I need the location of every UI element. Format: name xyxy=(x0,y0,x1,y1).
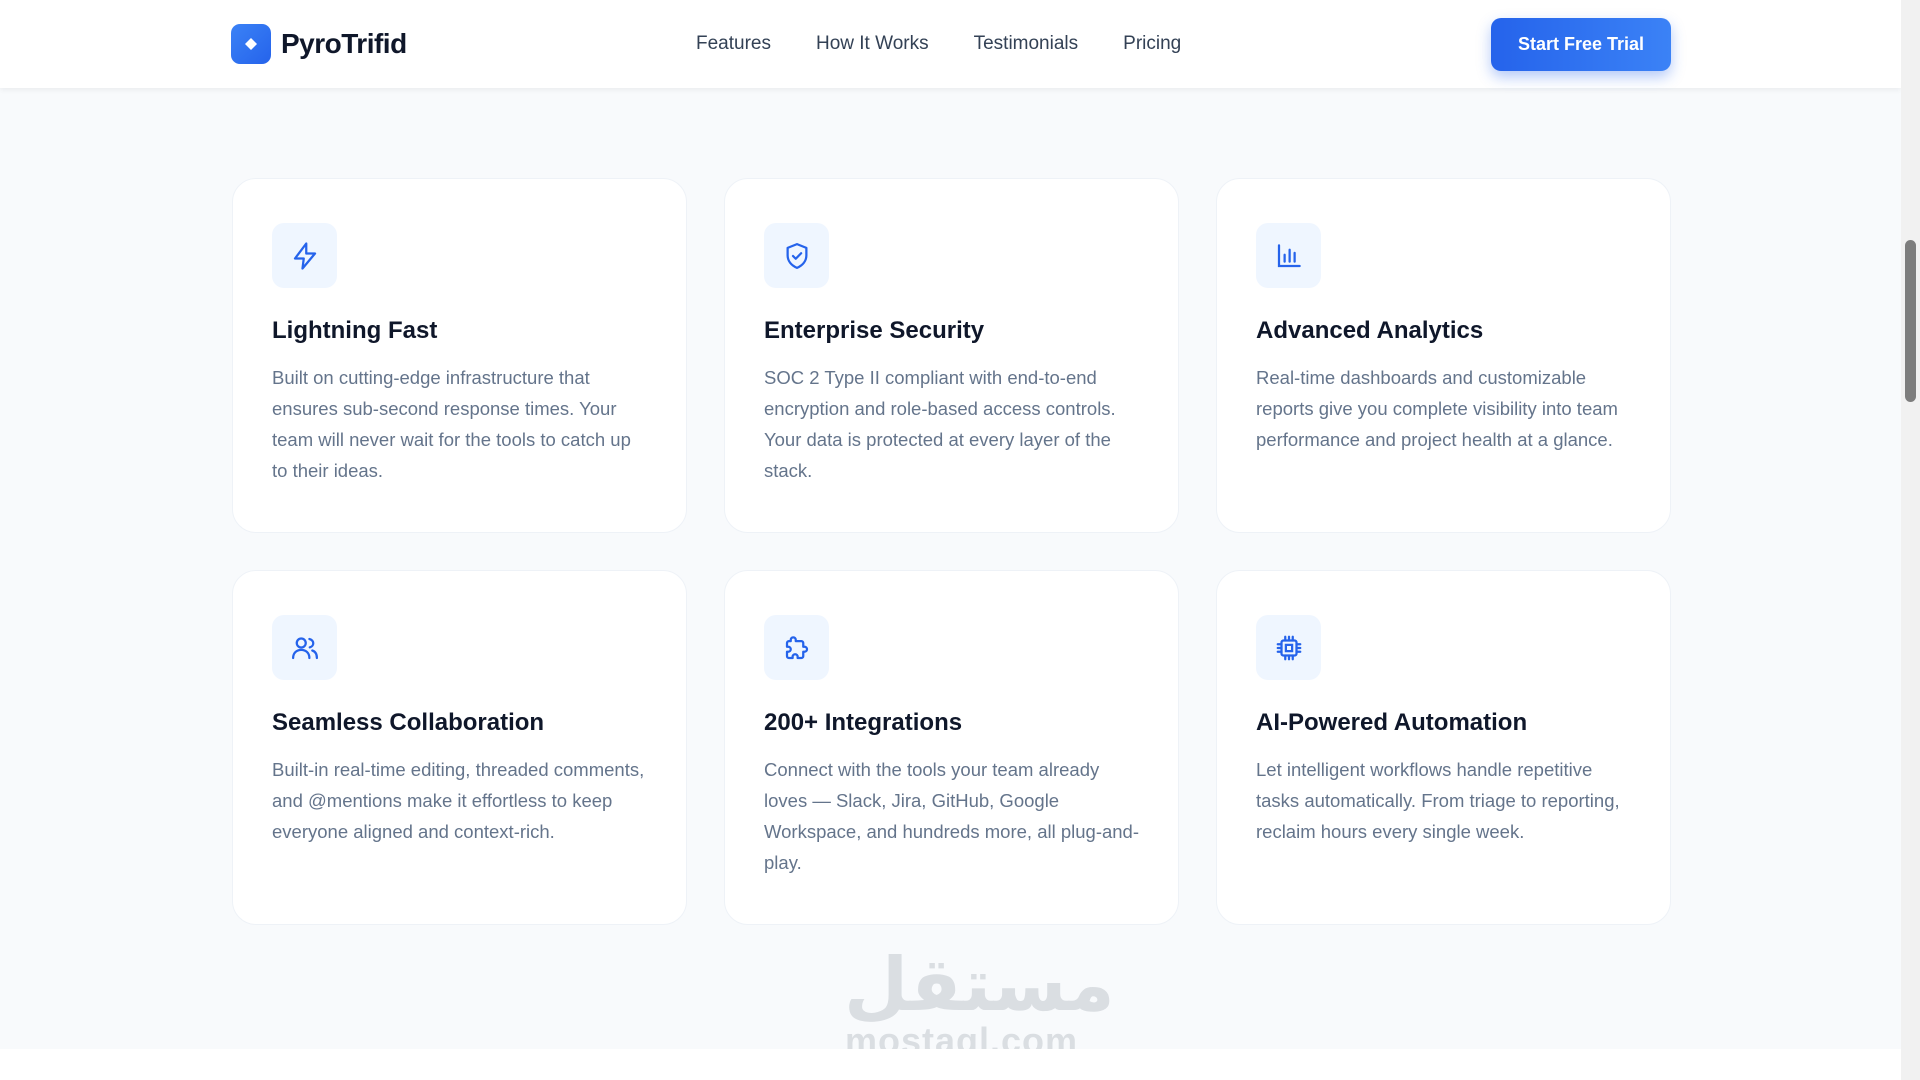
feature-description: Real-time dashboards and customizable re… xyxy=(1256,367,1618,450)
feature-title: Lightning Fast xyxy=(272,317,438,344)
start-free-trial-button[interactable]: Start Free Trial xyxy=(1491,18,1671,71)
cpu-chip-icon xyxy=(1256,615,1321,680)
feature-title: Seamless Collaboration xyxy=(272,709,545,736)
features-grid: Lightning Fast Built on cutting-edge inf… xyxy=(232,178,1671,925)
top-navbar: PyroTrifid Features How It Works Testimo… xyxy=(0,0,1901,88)
feature-title: Advanced Analytics xyxy=(1256,317,1484,344)
scrollbar-thumb[interactable] xyxy=(1905,240,1916,402)
logo-mark-icon xyxy=(231,24,271,64)
feature-card-ai-automation: AI-Powered Automation Let intelligent wo… xyxy=(1216,570,1671,925)
feature-title: 200+ Integrations xyxy=(764,709,963,736)
feature-card-enterprise-security: Enterprise Security SOC 2 Type II compli… xyxy=(724,178,1179,533)
feature-card-integrations: 200+ Integrations Connect with the tools… xyxy=(724,570,1179,925)
feature-description: SOC 2 Type II compliant with end-to-end … xyxy=(764,367,1116,481)
feature-description: Let intelligent workflows handle repetit… xyxy=(1256,759,1620,842)
nav-link-features[interactable]: Features xyxy=(696,33,771,55)
watermark: مستقل mostaql.com xyxy=(844,942,1115,1060)
feature-description: Built on cutting-edge infrastructure tha… xyxy=(272,367,631,481)
nav-link-how-it-works[interactable]: How It Works xyxy=(816,33,929,55)
brand-name: PyroTrifid xyxy=(281,28,407,59)
page-viewport: PyroTrifid Features How It Works Testimo… xyxy=(0,0,1901,1080)
watermark-arabic: مستقل xyxy=(844,942,1115,1028)
brand-logo[interactable]: PyroTrifid xyxy=(231,24,407,64)
page-scrollbar[interactable] xyxy=(1901,0,1920,1080)
bar-chart-icon xyxy=(1256,223,1321,288)
feature-title: Enterprise Security xyxy=(764,317,985,344)
lightning-icon xyxy=(272,223,337,288)
next-section-band xyxy=(0,1049,1901,1080)
puzzle-icon xyxy=(764,615,829,680)
feature-card-lightning-fast: Lightning Fast Built on cutting-edge inf… xyxy=(232,178,687,533)
nav-link-testimonials[interactable]: Testimonials xyxy=(974,33,1079,55)
shield-check-icon xyxy=(764,223,829,288)
users-icon xyxy=(272,615,337,680)
feature-card-seamless-collaboration: Seamless Collaboration Built-in real-tim… xyxy=(232,570,687,925)
main-nav: Features How It Works Testimonials Prici… xyxy=(696,0,1181,88)
feature-description: Connect with the tools your team already… xyxy=(764,759,1140,873)
feature-card-advanced-analytics: Advanced Analytics Real-time dashboards … xyxy=(1216,178,1671,533)
feature-title: AI-Powered Automation xyxy=(1256,709,1528,736)
nav-link-pricing[interactable]: Pricing xyxy=(1123,33,1181,55)
feature-description: Built-in real-time editing, threaded com… xyxy=(272,759,645,842)
